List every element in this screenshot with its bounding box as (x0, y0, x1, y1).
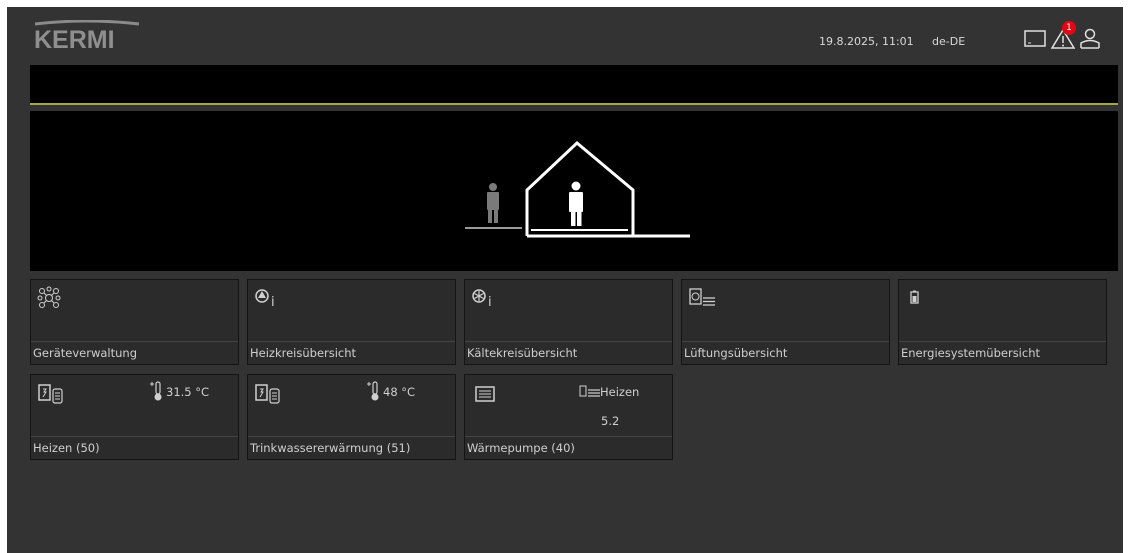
temperature-value: 48 °C (383, 385, 416, 399)
outside-person-icon (487, 183, 499, 223)
alert-count-badge: 1 (1062, 21, 1076, 35)
display-icon[interactable] (1022, 26, 1048, 52)
house-scene (30, 111, 1118, 271)
ventilation-icon (689, 288, 715, 306)
cooling-circuit-icon: i (472, 289, 492, 310)
tile-label: Geräteverwaltung (33, 346, 137, 360)
house-illustration (465, 140, 690, 238)
battery-icon (910, 290, 919, 304)
temperature-value: 31.5 °C (166, 385, 210, 399)
kermi-logo: KERMI (34, 20, 140, 50)
tile-label: Heizen (50) (33, 441, 100, 455)
locale-selector[interactable]: de-DE (932, 35, 965, 48)
heat-pump-value: 5.2 (601, 414, 620, 428)
tile-heizen[interactable]: 31.5 °C Heizen (50) (30, 374, 239, 460)
tile-trinkwassererwaermung[interactable]: 48 °C Trinkwassererwärmung (51) (247, 374, 456, 460)
accent-divider (30, 103, 1118, 105)
tile-kaeltekreisuebersicht[interactable]: i Kältekreisübersicht (464, 279, 673, 365)
tile-label: Heizkreisübersicht (250, 346, 357, 360)
tile-label: Lüftungsübersicht (684, 346, 788, 360)
tile-lueftungsuebersicht[interactable]: Lüftungsübersicht (681, 279, 890, 365)
tile-label: Energiesystemübersicht (901, 346, 1040, 360)
tile-heizkreisuebersicht[interactable]: i Heizkreisübersicht (247, 279, 456, 365)
user-icon[interactable] (1077, 26, 1103, 52)
heat-pump-icon (475, 386, 495, 402)
tile-energiesystemuebersicht[interactable]: Energiesystemübersicht (898, 279, 1107, 365)
date-time: 19.8.2025, 11:01 (819, 35, 914, 48)
operating-mode: Heizen (600, 385, 640, 399)
tile-waermepumpe[interactable]: Heizen 5.2 Wärmepumpe (40) (464, 374, 673, 460)
status-bar (30, 65, 1118, 103)
buffer-tank-icon (38, 384, 63, 404)
svg-text:i: i (488, 295, 492, 310)
inside-person-icon (569, 181, 583, 226)
device-network-icon (37, 286, 61, 308)
heating-circuit-icon: i (255, 289, 275, 310)
tile-label: Wärmepumpe (40) (467, 441, 575, 455)
heating-mode-icon (579, 385, 600, 397)
header: KERMI 19.8.2025, 11:01 de-DE 1 (7, 7, 1123, 63)
svg-text:i: i (271, 295, 275, 310)
tile-label: Trinkwassererwärmung (51) (250, 441, 411, 455)
tile-label: Kältekreisübersicht (467, 346, 578, 360)
app-frame: KERMI 19.8.2025, 11:01 de-DE 1 Gerätever… (7, 7, 1123, 553)
thermometer-icon (367, 381, 379, 401)
thermometer-icon (150, 381, 162, 401)
svg-text:KERMI: KERMI (34, 26, 115, 50)
tile-geraeteverwaltung[interactable]: Geräteverwaltung (30, 279, 239, 365)
water-tank-icon (255, 384, 280, 404)
